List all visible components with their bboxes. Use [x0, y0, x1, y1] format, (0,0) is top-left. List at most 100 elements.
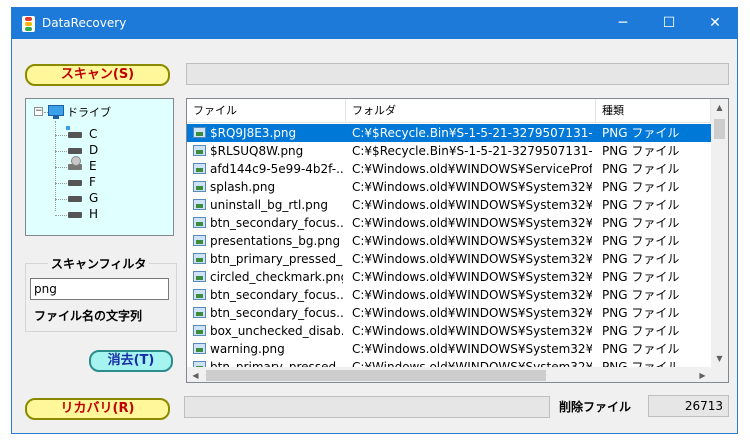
- image-file-icon: [193, 253, 206, 264]
- deleted-files-label: 削除ファイル: [559, 400, 632, 414]
- cell-type: PNG ファイル: [602, 216, 680, 230]
- cell-folder: C:¥Windows.old¥WINDOWS¥System32¥...: [352, 216, 592, 230]
- window-title: DataRecovery: [42, 16, 127, 30]
- drive-label: H: [89, 207, 99, 221]
- scroll-up-icon[interactable]: ▲: [711, 99, 728, 116]
- maximize-button[interactable]: ☐: [646, 8, 692, 39]
- clear-button[interactable]: 消去(T): [89, 350, 173, 372]
- column-header-folder[interactable]: フォルダ: [346, 99, 596, 123]
- cell-file-name: btn_secondary_focus...: [210, 288, 343, 302]
- table-row[interactable]: $RLSUQ8W.png C:¥$Recycle.Bin¥S-1-5-21-327…: [187, 142, 711, 160]
- drive-tree[interactable]: − ドライブ C D E F G H: [25, 98, 174, 236]
- cell-folder: C:¥Windows.old¥WINDOWS¥ServiceProfil...: [352, 162, 592, 176]
- drive-label: F: [89, 175, 96, 189]
- image-file-icon: [193, 181, 206, 192]
- cell-type: PNG ファイル: [602, 162, 680, 176]
- drive-icon: [68, 180, 82, 186]
- table-row[interactable]: presentations_bg.png C:¥Windows.old¥WINDO…: [187, 232, 711, 250]
- scan-filter-group: スキャンフィルタ png ファイル名の文字列: [25, 255, 177, 332]
- cell-type: PNG ファイル: [602, 252, 680, 266]
- table-row[interactable]: btn_primary_pressed_... C:¥Windows.old¥WI…: [187, 250, 711, 268]
- image-file-icon: [193, 127, 206, 138]
- cell-type: PNG ファイル: [602, 306, 680, 320]
- cell-type: PNG ファイル: [602, 234, 680, 248]
- image-file-icon: [193, 307, 206, 318]
- cell-folder: C:¥$Recycle.Bin¥S-1-5-21-3279507131-4...: [352, 126, 592, 140]
- table-row[interactable]: btn_secondary_focus... C:¥Windows.old¥WIN…: [187, 304, 711, 322]
- image-file-icon: [193, 217, 206, 228]
- cell-type: PNG ファイル: [602, 198, 680, 212]
- cell-folder: C:¥Windows.old¥WINDOWS¥System32¥...: [352, 342, 592, 356]
- scroll-down-icon[interactable]: ▼: [711, 350, 728, 367]
- cell-file-name: box_unchecked_disab...: [210, 324, 343, 338]
- column-header-type[interactable]: 種類: [596, 99, 711, 123]
- image-file-icon: [193, 145, 206, 156]
- drive-label: G: [89, 191, 99, 205]
- image-file-icon: [193, 163, 206, 174]
- file-list[interactable]: ファイル フォルダ 種類 $RQ9J8E3.png C:¥$Recycle.Bin…: [186, 98, 729, 383]
- cell-file-name: splash.png: [210, 180, 276, 194]
- cell-type: PNG ファイル: [602, 126, 680, 140]
- cell-file-name: presentations_bg.png: [210, 234, 341, 248]
- cell-type: PNG ファイル: [602, 180, 680, 194]
- scroll-left-icon[interactable]: ◀: [187, 367, 204, 382]
- minimize-button[interactable]: ─: [600, 8, 646, 39]
- cell-type: PNG ファイル: [602, 144, 680, 158]
- scan-progress-bar: [186, 63, 729, 85]
- drive-icon: [68, 148, 82, 154]
- tree-root-label: ドライブ: [67, 106, 111, 119]
- cell-file-name: btn_secondary_focus...: [210, 306, 343, 320]
- drive-icon: [68, 196, 82, 202]
- cd-drive-icon: [68, 156, 82, 170]
- table-row[interactable]: afd144c9-5e99-4b2f-... C:¥Windows.old¥WIN…: [187, 160, 711, 178]
- close-button[interactable]: ✕: [692, 8, 738, 39]
- cell-type: PNG ファイル: [602, 342, 680, 356]
- column-header-file[interactable]: ファイル: [187, 99, 346, 123]
- cell-file-name: btn_secondary_focus...: [210, 216, 343, 230]
- scroll-right-icon[interactable]: ▶: [694, 367, 711, 382]
- vertical-scroll-thumb[interactable]: [714, 119, 725, 139]
- drive-label: C: [89, 127, 98, 141]
- cell-folder: C:¥Windows.old¥WINDOWS¥System32¥...: [352, 180, 592, 194]
- cell-folder: C:¥Windows.old¥WINDOWS¥System32¥...: [352, 270, 592, 284]
- filter-input[interactable]: png: [30, 278, 169, 300]
- vertical-scrollbar[interactable]: ▲ ▼: [711, 99, 728, 367]
- cell-file-name: uninstall_bg_rtl.png: [210, 198, 328, 212]
- collapse-icon[interactable]: −: [34, 107, 43, 116]
- cell-folder: C:¥Windows.old¥WINDOWS¥System32¥...: [352, 324, 592, 338]
- scan-button[interactable]: スキャン(S): [25, 64, 170, 86]
- recover-button[interactable]: リカバリ(R): [25, 398, 170, 420]
- horizontal-scroll-thumb[interactable]: [206, 370, 546, 381]
- system-drive-icon: [66, 126, 82, 138]
- recover-progress-bar: [184, 396, 550, 418]
- cell-folder: C:¥Windows.old¥WINDOWS¥System32¥...: [352, 288, 592, 302]
- table-row[interactable]: box_unchecked_disab... C:¥Windows.old¥WIN…: [187, 322, 711, 340]
- cell-folder: C:¥Windows.old¥WINDOWS¥System32¥...: [352, 234, 592, 248]
- cell-folder: C:¥Windows.old¥WINDOWS¥System32¥...: [352, 306, 592, 320]
- list-header: ファイル フォルダ 種類: [187, 99, 711, 123]
- cell-file-name: afd144c9-5e99-4b2f-...: [210, 162, 343, 176]
- drive-icon: [68, 212, 82, 218]
- filter-caption: ファイル名の文字列: [34, 309, 143, 323]
- cell-type: PNG ファイル: [602, 270, 680, 284]
- app-window: DataRecovery ─ ☐ ✕ スキャン(S) − ドライブ C D E: [11, 7, 738, 434]
- computer-icon: [48, 105, 64, 116]
- cell-file-name: warning.png: [210, 342, 285, 356]
- table-row[interactable]: btn_secondary_focus... C:¥Windows.old¥WIN…: [187, 214, 711, 232]
- cell-folder: C:¥Windows.old¥WINDOWS¥System32¥...: [352, 252, 592, 266]
- table-row[interactable]: warning.png C:¥Windows.old¥WINDOWS¥System…: [187, 340, 711, 358]
- image-file-icon: [193, 325, 206, 336]
- cell-file-name: $RQ9J8E3.png: [210, 126, 297, 140]
- cell-type: PNG ファイル: [602, 324, 680, 338]
- image-file-icon: [193, 289, 206, 300]
- table-row[interactable]: btn_secondary_focus... C:¥Windows.old¥WIN…: [187, 286, 711, 304]
- scan-filter-title: スキャンフィルタ: [48, 255, 150, 272]
- table-row[interactable]: $RQ9J8E3.png C:¥$Recycle.Bin¥S-1-5-21-327…: [187, 124, 711, 142]
- image-file-icon: [193, 199, 206, 210]
- cell-file-name: $RLSUQ8W.png: [210, 144, 304, 158]
- image-file-icon: [193, 271, 206, 282]
- horizontal-scrollbar[interactable]: ◀ ▶: [187, 367, 728, 382]
- table-row[interactable]: circled_checkmark.png C:¥Windows.old¥WIND…: [187, 268, 711, 286]
- table-row[interactable]: splash.png C:¥Windows.old¥WINDOWS¥System3…: [187, 178, 711, 196]
- table-row[interactable]: uninstall_bg_rtl.png C:¥Windows.old¥WINDO…: [187, 196, 711, 214]
